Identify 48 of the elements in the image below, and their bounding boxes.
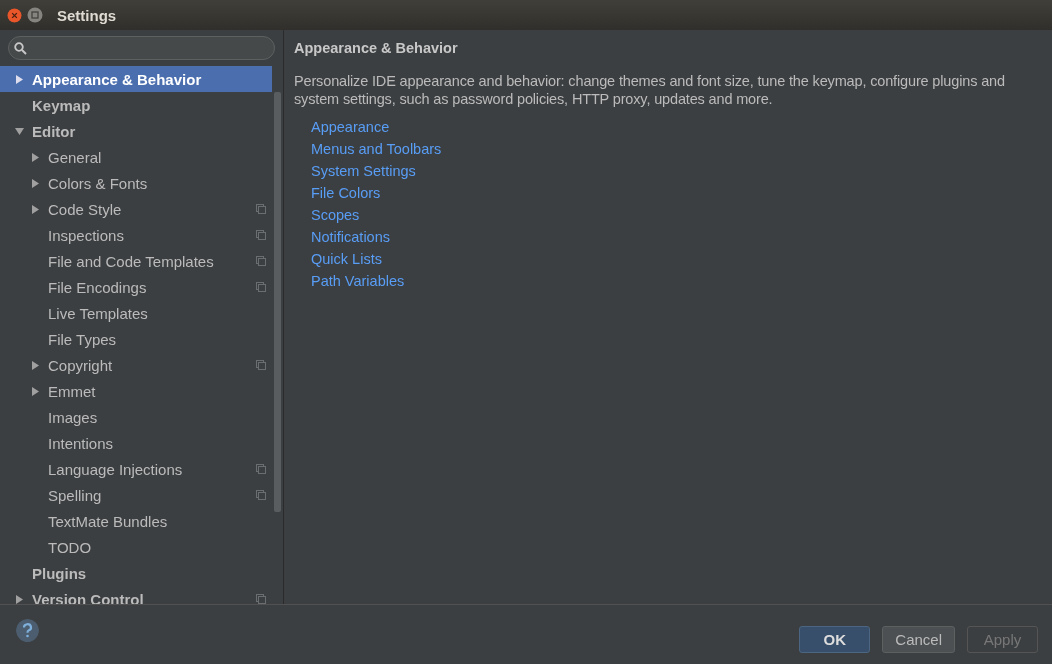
scrollbar-thumb[interactable] [274,92,281,512]
tree-item[interactable]: Version Control [0,586,272,604]
collapsed-arrow-icon[interactable] [31,387,40,396]
settings-link[interactable]: Scopes [311,204,360,226]
collapsed-arrow-icon[interactable] [31,179,40,188]
tree-item[interactable]: File Types [0,326,272,352]
search-icon [14,41,27,55]
window-title: Settings [57,6,117,24]
settings-link[interactable]: Quick Lists [311,248,382,270]
expanded-arrow-icon[interactable] [15,127,24,136]
settings-link[interactable]: Appearance [311,116,390,138]
page-heading: Appearance & Behavior [294,40,459,56]
tree-item[interactable]: Editor [0,118,272,144]
tree-item[interactable]: Keymap [0,92,272,118]
search-field[interactable] [8,36,275,60]
tree-item[interactable]: Colors & Fonts [0,170,272,196]
tree-item[interactable]: Live Templates [0,300,272,326]
close-icon[interactable] [7,7,22,23]
tree-item[interactable]: Plugins [0,560,272,586]
settings-link[interactable]: File Colors [311,182,381,204]
collapsed-arrow-icon[interactable] [15,75,24,84]
tree-item[interactable]: Emmet [0,378,272,404]
tree-item[interactable]: Images [0,404,272,430]
tree-item[interactable]: Appearance & Behavior [0,66,272,92]
settings-link[interactable]: Menus and Toolbars [311,138,442,160]
dialog-button[interactable]: OK [799,626,871,653]
tree-item[interactable]: Intentions [0,430,272,456]
tree-item[interactable]: TextMate Bundles [0,508,272,534]
tree-item[interactable]: TODO [0,534,272,560]
tree-item[interactable]: Code Style [0,196,272,222]
collapsed-arrow-icon[interactable] [31,361,40,370]
maximize-icon[interactable] [27,7,43,23]
collapsed-arrow-icon[interactable] [31,205,40,214]
tree-item[interactable]: Inspections [0,222,272,248]
settings-link[interactable]: System Settings [311,160,416,182]
collapsed-arrow-icon[interactable] [31,153,40,162]
tree-item[interactable]: General [0,144,272,170]
dialog-button[interactable]: Cancel [882,626,955,653]
tree-item[interactable]: Spelling [0,482,272,508]
description-text: Personalize IDE appearance and behavior: change themes and font size, tune the keymap, configure plugins and system settings, such as password policies, HTTP proxy, updates and more. [294,72,1006,108]
collapsed-arrow-icon[interactable] [15,595,24,604]
settings-link[interactable]: Path Variables [311,270,405,292]
help-icon[interactable] [16,619,39,642]
settings-link[interactable]: Notifications [311,226,390,248]
tree-item[interactable]: File Encodings [0,274,272,300]
tree-item[interactable]: File and Code Templates [0,248,272,274]
tree-item[interactable]: Copyright [0,352,272,378]
tree-item[interactable]: Language Injections [0,456,272,482]
